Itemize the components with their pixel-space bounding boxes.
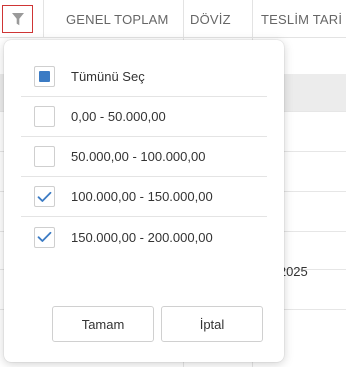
funnel-icon — [11, 12, 24, 25]
data-grid: GENEL TOPLAM DÖVİZ TESLİM TARİ 2.2025 Tü… — [0, 0, 346, 367]
option-label: 100.000,00 - 150.000,00 — [71, 189, 213, 204]
option-label: 50.000,00 - 100.000,00 — [71, 149, 206, 164]
select-all-checkbox[interactable] — [34, 66, 55, 87]
option-label: 0,00 - 50.000,00 — [71, 109, 166, 124]
indeterminate-mark — [39, 71, 50, 82]
option-checkbox-checked[interactable] — [34, 186, 55, 207]
option-label: 150.000,00 - 200.000,00 — [71, 229, 213, 245]
filter-option-150000-200000[interactable]: 150.000,00 - 200.000,00 — [21, 217, 267, 257]
filter-option-0-50000[interactable]: 0,00 - 50.000,00 — [21, 97, 267, 137]
filter-option-50000-100000[interactable]: 50.000,00 - 100.000,00 — [21, 137, 267, 177]
option-checkbox[interactable] — [34, 106, 55, 127]
checkmark-icon — [37, 231, 52, 242]
option-checkbox[interactable] — [34, 146, 55, 167]
filter-button[interactable] — [2, 5, 33, 33]
column-header-total[interactable]: GENEL TOPLAM — [66, 0, 184, 38]
filter-popover: Tümünü Seç 0,00 - 50.000,00 50.000,00 - … — [4, 40, 284, 362]
table-header: GENEL TOPLAM DÖVİZ TESLİM TARİ — [0, 0, 346, 38]
option-checkbox-checked[interactable] — [34, 226, 55, 248]
checkmark-icon — [37, 191, 52, 202]
column-header-delivery-date[interactable]: TESLİM TARİ — [261, 0, 346, 38]
select-all-option[interactable]: Tümünü Seç — [21, 57, 267, 97]
filter-option-100000-150000[interactable]: 100.000,00 - 150.000,00 — [21, 177, 267, 217]
select-all-label: Tümünü Seç — [71, 69, 145, 84]
ok-button[interactable]: Tamam — [52, 306, 154, 342]
column-header-currency[interactable]: DÖVİZ — [190, 0, 250, 38]
cancel-button[interactable]: İptal — [161, 306, 263, 342]
